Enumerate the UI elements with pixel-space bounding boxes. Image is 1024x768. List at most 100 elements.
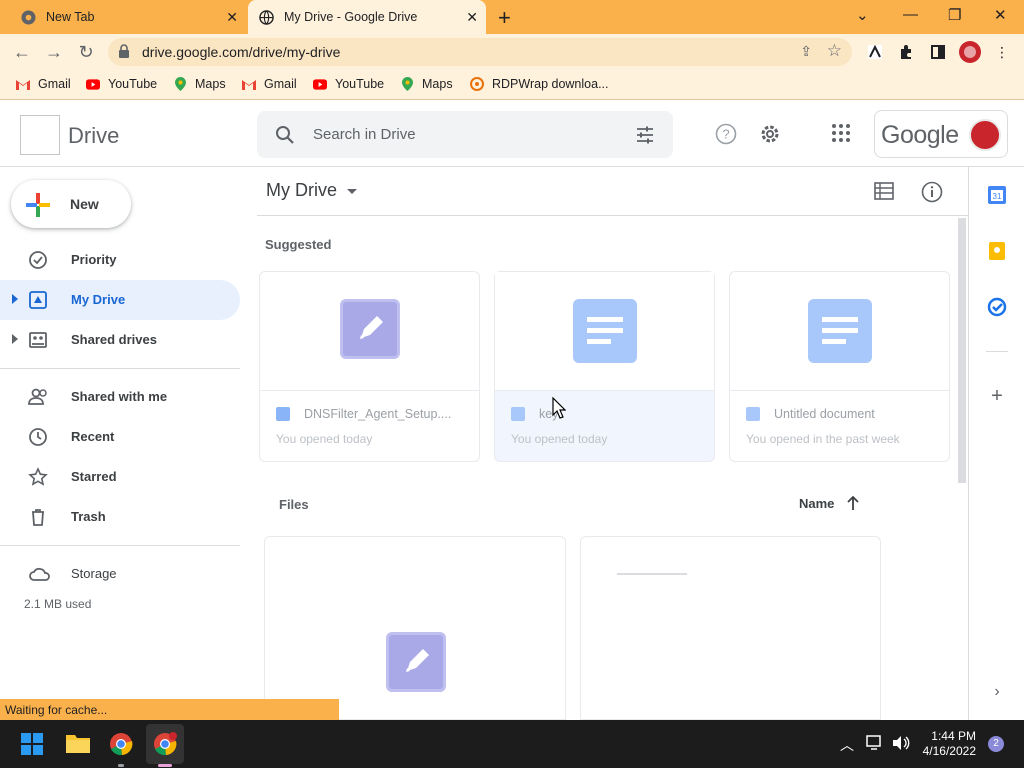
notification-badge[interactable]: 2 bbox=[988, 736, 1004, 752]
suggested-card[interactable]: key You opened today bbox=[494, 271, 715, 462]
app-title: Drive bbox=[68, 123, 120, 148]
puzzle-icon[interactable] bbox=[895, 41, 917, 63]
chrome-profile-taskbar-icon[interactable] bbox=[153, 732, 177, 756]
file-explorer-icon[interactable] bbox=[65, 732, 90, 756]
windows-start-icon[interactable] bbox=[20, 732, 44, 756]
new-button[interactable]: New bbox=[11, 180, 131, 228]
close-window-icon[interactable]: ✕ bbox=[994, 6, 1007, 24]
tray-overflow-chevron-icon[interactable]: ︿ bbox=[840, 735, 854, 755]
info-icon[interactable] bbox=[921, 181, 943, 208]
star-icon bbox=[28, 467, 48, 487]
close-tab-icon[interactable]: ✕ bbox=[466, 9, 478, 26]
bookmark-gmail[interactable]: Gmail bbox=[242, 77, 297, 91]
tab-my-drive[interactable]: My Drive - Google Drive ✕ bbox=[248, 0, 486, 34]
bookmark-youtube[interactable]: YouTube bbox=[86, 77, 157, 91]
account-avatar[interactable] bbox=[969, 119, 1001, 151]
forward-arrow-icon[interactable]: → bbox=[42, 40, 66, 64]
close-tab-icon[interactable]: ✕ bbox=[226, 9, 238, 26]
chevron-right-icon[interactable]: › bbox=[987, 682, 1007, 702]
sidebar-item-label: Shared with me bbox=[71, 389, 168, 404]
address-bar[interactable]: drive.google.com/drive/my-drive ⇪ ☆ bbox=[108, 38, 852, 66]
sidebar-item-trash[interactable]: Trash bbox=[0, 497, 240, 537]
tasks-icon[interactable] bbox=[987, 297, 1007, 317]
card-thumbnail bbox=[260, 272, 479, 391]
share-icon[interactable]: ⇪ bbox=[800, 43, 812, 60]
help-icon[interactable]: ? bbox=[715, 123, 737, 150]
suggested-card[interactable]: DNSFilter_Agent_Setup.... You opened tod… bbox=[259, 271, 480, 462]
maps-icon bbox=[173, 77, 187, 91]
sidebar-item-my-drive[interactable]: My Drive bbox=[0, 280, 240, 320]
add-addon-plus-icon[interactable]: + bbox=[987, 386, 1007, 406]
gmail-icon bbox=[242, 77, 256, 91]
sidebar-item-shared-drives[interactable]: Shared drives bbox=[0, 320, 240, 360]
settings-gear-icon[interactable] bbox=[759, 123, 781, 150]
globe-icon bbox=[258, 9, 274, 25]
suggested-heading: Suggested bbox=[265, 237, 332, 252]
kebab-menu-icon[interactable]: ⋮ bbox=[991, 41, 1013, 63]
bookmark-maps[interactable]: Maps bbox=[400, 77, 453, 91]
expand-caret-icon[interactable] bbox=[12, 334, 18, 344]
bookmark-youtube[interactable]: YouTube bbox=[313, 77, 384, 91]
search-options-icon[interactable] bbox=[635, 125, 655, 150]
maps-icon bbox=[400, 77, 414, 91]
mouse-cursor-icon bbox=[552, 396, 567, 424]
extension-icon[interactable] bbox=[864, 41, 886, 63]
url-text: drive.google.com/drive/my-drive bbox=[142, 44, 341, 60]
bookmark-label: YouTube bbox=[335, 77, 385, 91]
list-view-icon[interactable] bbox=[874, 182, 894, 205]
bookmark-star-icon[interactable]: ☆ bbox=[827, 41, 842, 61]
profile-avatar[interactable] bbox=[959, 41, 981, 63]
apps-grid-icon[interactable] bbox=[831, 123, 851, 148]
sort-arrow-up-icon[interactable] bbox=[846, 495, 860, 516]
sort-name-button[interactable]: Name bbox=[799, 496, 834, 511]
bookmark-gmail[interactable]: Gmail bbox=[16, 77, 71, 91]
dropdown-arrow-icon[interactable] bbox=[347, 189, 357, 194]
minimize-icon[interactable]: — bbox=[903, 6, 918, 23]
drive-logo-broken-image[interactable] bbox=[20, 115, 60, 155]
sidebar-item-label: Recent bbox=[71, 429, 115, 444]
sidebar-item-recent[interactable]: Recent bbox=[0, 417, 240, 457]
page-title[interactable]: My Drive bbox=[266, 180, 337, 201]
file-edit-icon bbox=[340, 299, 400, 359]
sidebar-item-shared-with-me[interactable]: Shared with me bbox=[0, 377, 240, 417]
side-panel-icon[interactable] bbox=[927, 41, 949, 63]
search-icon[interactable] bbox=[275, 125, 295, 150]
expand-caret-icon[interactable] bbox=[12, 294, 18, 304]
sidebar-item-starred[interactable]: Starred bbox=[0, 457, 240, 497]
file-card[interactable] bbox=[580, 536, 881, 720]
lock-icon bbox=[118, 44, 130, 63]
calendar-icon[interactable]: 31 bbox=[987, 185, 1007, 205]
clock-icon bbox=[28, 427, 48, 447]
doc-icon bbox=[573, 299, 637, 363]
new-tab-plus-icon[interactable]: + bbox=[498, 5, 511, 31]
running-app-indicator bbox=[118, 764, 124, 767]
sidebar-item-priority[interactable]: Priority bbox=[0, 240, 240, 280]
keep-icon[interactable] bbox=[987, 241, 1007, 261]
suggested-card[interactable]: Untitled document You opened in the past… bbox=[729, 271, 950, 462]
system-clock[interactable]: 1:44 PM 4/16/2022 bbox=[923, 729, 976, 759]
card-subtitle: You opened today bbox=[511, 432, 608, 446]
search-bar[interactable]: Search in Drive bbox=[257, 111, 673, 158]
volume-icon[interactable] bbox=[892, 735, 910, 756]
back-arrow-icon[interactable]: ← bbox=[10, 40, 34, 64]
file-card[interactable] bbox=[264, 536, 566, 720]
network-icon[interactable] bbox=[866, 735, 884, 756]
active-app-indicator bbox=[158, 764, 172, 767]
sidebar-item-label: Priority bbox=[71, 252, 117, 267]
browser-tab-strip: New Tab ✕ My Drive - Google Drive ✕ + ⌄ … bbox=[0, 0, 1024, 34]
scrollbar-thumb[interactable] bbox=[958, 218, 966, 483]
tab-new-tab[interactable]: New Tab ✕ bbox=[12, 0, 246, 34]
restore-icon[interactable]: ❐ bbox=[948, 6, 961, 24]
bookmark-rdpwrap[interactable]: RDPWrap downloa... bbox=[470, 77, 609, 91]
rdpwrap-icon bbox=[470, 77, 484, 91]
sidebar-item-storage[interactable]: Storage bbox=[0, 554, 240, 594]
search-input[interactable]: Search in Drive bbox=[313, 126, 416, 143]
chrome-taskbar-icon[interactable] bbox=[109, 732, 133, 756]
tab-search-chevron-icon[interactable]: ⌄ bbox=[856, 6, 869, 24]
shared-drives-icon bbox=[28, 330, 48, 350]
bookmark-maps[interactable]: Maps bbox=[173, 77, 226, 91]
reload-icon[interactable]: ↻ bbox=[74, 40, 98, 64]
windows-taskbar: ︿ 1:44 PM 4/16/2022 2 bbox=[0, 720, 1024, 768]
google-account-button[interactable]: Google bbox=[874, 110, 1008, 158]
trash-icon bbox=[28, 507, 48, 527]
